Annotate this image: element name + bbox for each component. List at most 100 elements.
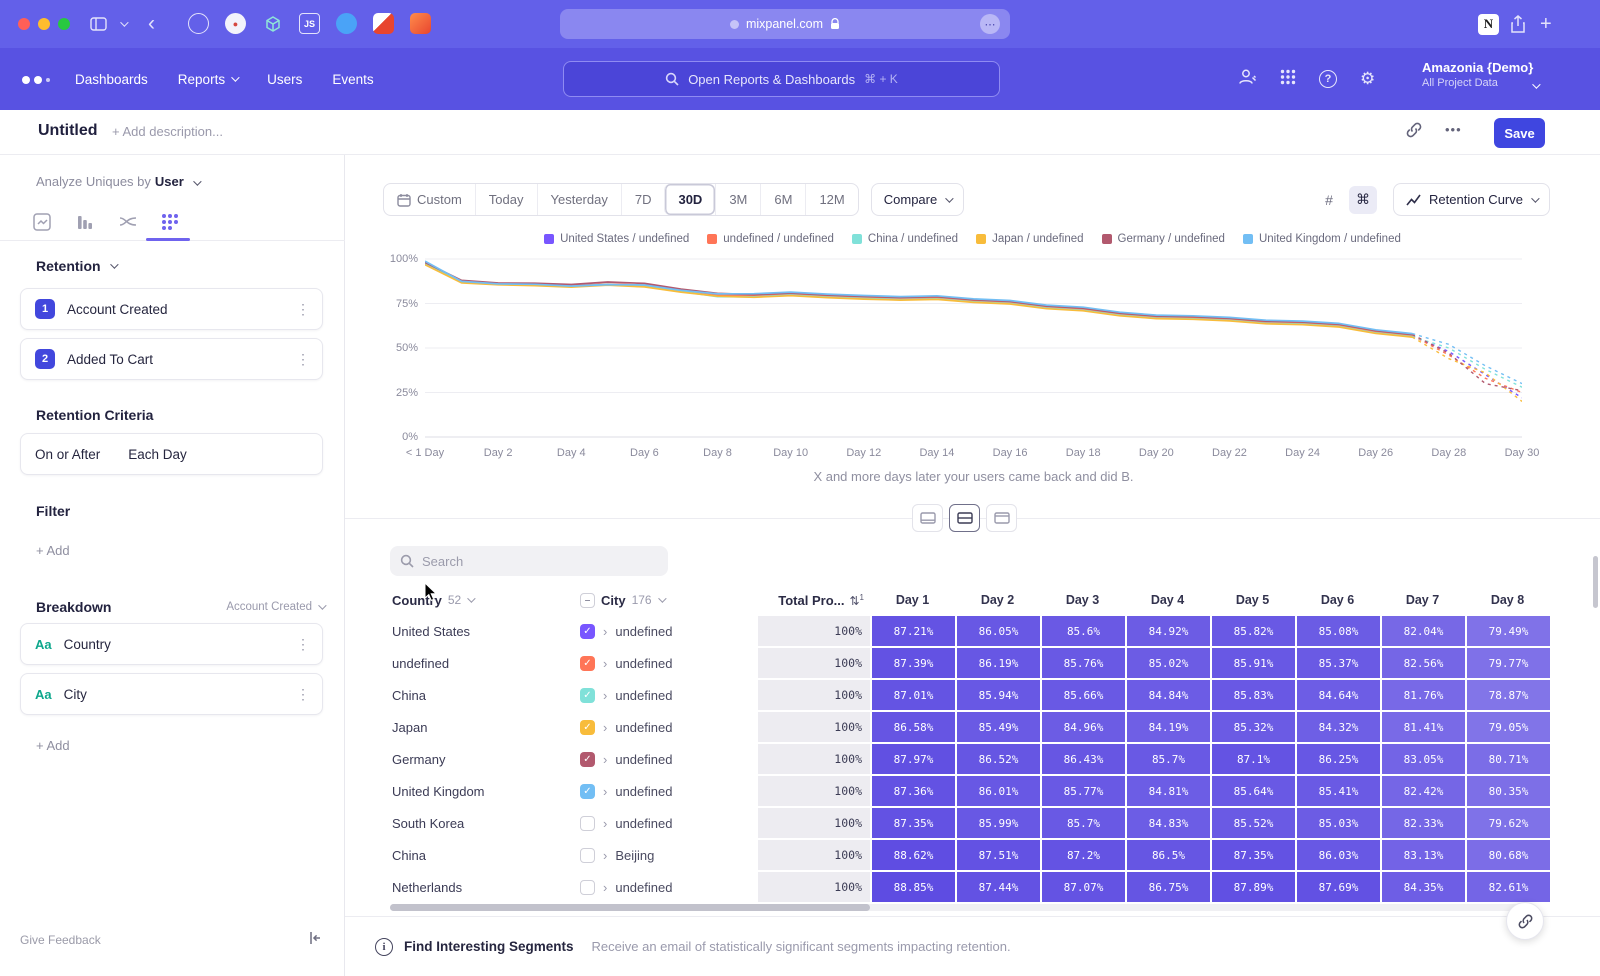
- day-column-header[interactable]: Day 3: [1040, 593, 1125, 607]
- retention-value-cell[interactable]: 87.07%: [1042, 872, 1125, 902]
- red-extension-icon[interactable]: [410, 13, 431, 34]
- retention-value-cell[interactable]: 85.37%: [1297, 648, 1380, 678]
- cube-extension-icon[interactable]: [262, 13, 283, 34]
- table-search-input[interactable]: [422, 554, 642, 569]
- retention-value-cell[interactable]: 85.99%: [957, 808, 1040, 838]
- save-button[interactable]: Save: [1494, 118, 1545, 148]
- chevron-down-icon[interactable]: [120, 12, 126, 36]
- retention-value-cell[interactable]: 86.25%: [1297, 744, 1380, 774]
- retention-value-cell[interactable]: 87.97%: [872, 744, 955, 774]
- retention-value-cell[interactable]: 87.51%: [957, 840, 1040, 870]
- retention-value-cell[interactable]: 85.91%: [1212, 648, 1295, 678]
- criteria-each-day-select[interactable]: Each Day: [128, 447, 187, 462]
- global-search-button[interactable]: Open Reports & Dashboards ⌘ + K: [563, 61, 1000, 97]
- compare-button[interactable]: Compare: [871, 183, 964, 216]
- retention-value-cell[interactable]: 82.56%: [1382, 648, 1465, 678]
- expand-row-icon[interactable]: ›: [603, 720, 607, 735]
- mixpanel-logo[interactable]: [22, 76, 50, 84]
- retention-value-cell[interactable]: 86.19%: [957, 648, 1040, 678]
- help-icon[interactable]: ?: [1319, 70, 1337, 88]
- range-today[interactable]: Today: [475, 184, 537, 215]
- view-split-icon[interactable]: [949, 504, 980, 532]
- tab-funnels-icon[interactable]: [71, 208, 99, 236]
- day-column-header[interactable]: Day 7: [1380, 593, 1465, 607]
- retention-value-cell[interactable]: 88.62%: [872, 840, 955, 870]
- analyze-uniques-by[interactable]: Analyze Uniques byUser: [36, 174, 199, 189]
- retention-value-cell[interactable]: 84.19%: [1127, 712, 1210, 742]
- retention-value-cell[interactable]: 87.2%: [1042, 840, 1125, 870]
- nav-item-events[interactable]: Events: [332, 72, 373, 87]
- retention-value-cell[interactable]: 84.96%: [1042, 712, 1125, 742]
- retention-value-cell[interactable]: 85.76%: [1042, 648, 1125, 678]
- extensions-menu-icon[interactable]: ⋯: [980, 14, 1000, 34]
- project-chevron-icon[interactable]: [1532, 76, 1538, 94]
- day-column-header[interactable]: Day 1: [870, 593, 955, 607]
- retention-value-cell[interactable]: 81.41%: [1382, 712, 1465, 742]
- range-30d[interactable]: 30D: [664, 184, 715, 215]
- extension-icon-2[interactable]: ●: [225, 13, 246, 34]
- legend-item[interactable]: Germany / undefined: [1102, 233, 1225, 245]
- retention-value-cell[interactable]: 85.7%: [1127, 744, 1210, 774]
- total-column-header[interactable]: Total Pro... ⇅1: [758, 593, 870, 608]
- sort-icon[interactable]: ⇅1: [849, 593, 864, 608]
- retention-value-cell[interactable]: 84.32%: [1297, 712, 1380, 742]
- vertical-scrollbar-thumb[interactable]: [1593, 556, 1598, 608]
- tab-flows-icon[interactable]: [114, 208, 142, 236]
- row-checkbox[interactable]: [580, 816, 595, 831]
- retention-value-cell[interactable]: 85.64%: [1212, 776, 1295, 806]
- retention-value-cell[interactable]: 88.85%: [872, 872, 955, 902]
- retention-value-cell[interactable]: 87.39%: [872, 648, 955, 678]
- legend-item[interactable]: China / undefined: [852, 233, 958, 245]
- day-column-header[interactable]: Day 2: [955, 593, 1040, 607]
- data-management-icon[interactable]: [1238, 68, 1257, 91]
- tab-insights-icon[interactable]: [28, 208, 56, 236]
- expand-row-icon[interactable]: ›: [603, 848, 607, 863]
- view-single-icon[interactable]: [912, 504, 943, 532]
- retention-value-cell[interactable]: 85.77%: [1042, 776, 1125, 806]
- retention-value-cell[interactable]: 83.05%: [1382, 744, 1465, 774]
- legend-item[interactable]: Japan / undefined: [976, 233, 1083, 245]
- select-all-checkbox[interactable]: –: [580, 593, 595, 608]
- blue-extension-icon[interactable]: [336, 13, 357, 34]
- tab-retention-icon[interactable]: [156, 208, 184, 236]
- country-column-header[interactable]: Country 52: [390, 593, 576, 608]
- retention-step-2[interactable]: 2Added To Cart⋮: [20, 338, 323, 380]
- retention-value-cell[interactable]: 87.89%: [1212, 872, 1295, 902]
- nav-item-users[interactable]: Users: [267, 72, 302, 87]
- retention-value-cell[interactable]: 87.69%: [1297, 872, 1380, 902]
- range-custom[interactable]: Custom: [384, 184, 475, 215]
- retention-value-cell[interactable]: 85.82%: [1212, 616, 1295, 646]
- row-checkbox[interactable]: ✓: [580, 688, 595, 703]
- range-yesterday[interactable]: Yesterday: [537, 184, 621, 215]
- retention-value-cell[interactable]: 85.66%: [1042, 680, 1125, 710]
- retention-value-cell[interactable]: 85.08%: [1297, 616, 1380, 646]
- retention-value-cell[interactable]: 87.01%: [872, 680, 955, 710]
- expand-row-icon[interactable]: ›: [603, 784, 607, 799]
- day-column-header[interactable]: Day 5: [1210, 593, 1295, 607]
- retention-value-cell[interactable]: 80.68%: [1467, 840, 1550, 870]
- row-checkbox[interactable]: ✓: [580, 752, 595, 767]
- new-tab-icon[interactable]: +: [1540, 12, 1552, 36]
- range-6m[interactable]: 6M: [760, 184, 805, 215]
- address-bar[interactable]: mixpanel.com ⋯: [560, 9, 1010, 39]
- retention-value-cell[interactable]: 85.6%: [1042, 616, 1125, 646]
- zoom-window-button[interactable]: [58, 18, 70, 30]
- retention-value-cell[interactable]: 86.58%: [872, 712, 955, 742]
- retention-value-cell[interactable]: 85.41%: [1297, 776, 1380, 806]
- retention-value-cell[interactable]: 84.81%: [1127, 776, 1210, 806]
- retention-section-header[interactable]: Retention: [36, 258, 116, 274]
- city-column-header[interactable]: – City 176: [576, 593, 758, 608]
- legend-item[interactable]: United States / undefined: [544, 233, 689, 245]
- retention-value-cell[interactable]: 85.02%: [1127, 648, 1210, 678]
- view-table-icon[interactable]: [986, 504, 1017, 532]
- retention-value-cell[interactable]: 85.49%: [957, 712, 1040, 742]
- more-options-icon[interactable]: •••: [1445, 122, 1462, 137]
- chart-type-select[interactable]: Retention Curve: [1393, 183, 1550, 216]
- share-link-button[interactable]: [1506, 902, 1544, 940]
- retention-value-cell[interactable]: 86.43%: [1042, 744, 1125, 774]
- legend-item[interactable]: United Kingdom / undefined: [1243, 233, 1401, 245]
- retention-value-cell[interactable]: 82.42%: [1382, 776, 1465, 806]
- retention-value-cell[interactable]: 85.03%: [1297, 808, 1380, 838]
- criteria-on-or-after-select[interactable]: On or After: [35, 447, 100, 462]
- notion-icon[interactable]: N: [1478, 12, 1499, 36]
